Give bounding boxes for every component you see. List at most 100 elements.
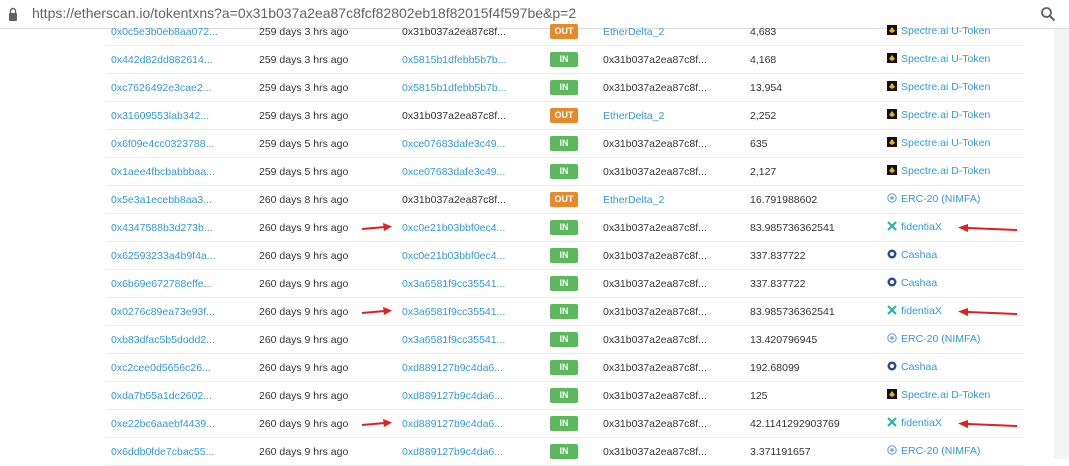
erc20-icon <box>887 193 897 203</box>
tx-value: 83.985736362541 <box>750 222 835 234</box>
tx-age: 260 days 9 hrs ago <box>259 250 349 262</box>
tx-hash-link[interactable]: 0xe22bc6aaebf4439... <box>111 418 215 430</box>
tx-from[interactable]: 0xd889127b9c4da6... <box>402 390 503 402</box>
tx-from[interactable]: 0x5815b1dfebb5b7b... <box>402 82 507 94</box>
token-link[interactable]: Cashaa <box>887 277 937 289</box>
token-link[interactable]: Spectre.ai U-Token <box>887 25 990 37</box>
token-name: Cashaa <box>901 361 938 373</box>
direction-badge: IN <box>550 220 578 235</box>
tx-hash-link[interactable]: 0x1aee4fbcbabbbaa... <box>111 166 215 178</box>
tx-to: 0x31b037a2ea87c8f... <box>603 222 707 234</box>
tx-hash-link[interactable]: 0x0276c89ea73e93f... <box>111 306 215 318</box>
token-link[interactable]: Spectre.ai D-Token <box>887 165 990 177</box>
tx-hash-link[interactable]: 0xb83dfac5b5dodd2... <box>111 334 215 346</box>
token-link[interactable]: Spectre.ai D-Token <box>887 81 990 93</box>
tx-age: 260 days 9 hrs ago <box>259 334 349 346</box>
direction-badge: IN <box>550 80 578 95</box>
token-link[interactable]: Spectre.ai U-Token <box>887 137 990 149</box>
tx-from[interactable]: 0xd889127b9c4da6... <box>402 418 503 430</box>
tx-to[interactable]: EtherDelta_2 <box>603 194 664 206</box>
tx-from[interactable]: 0x3a6581f9cc35541... <box>402 306 505 318</box>
tx-to: 0x31b037a2ea87c8f... <box>603 166 707 178</box>
direction-badge: IN <box>550 276 578 291</box>
direction-badge: IN <box>550 388 578 403</box>
direction-badge: OUT <box>550 108 578 123</box>
tx-hash-link[interactable]: 0x6b69e672788effe... <box>111 278 212 290</box>
token-name: Spectre.ai D-Token <box>901 81 991 93</box>
tx-to: 0x31b037a2ea87c8f... <box>603 54 707 66</box>
direction-badge: IN <box>550 360 578 375</box>
token-link[interactable]: fidentiaX <box>887 417 942 429</box>
zoom-icon[interactable] <box>1040 6 1056 22</box>
tx-hash-link[interactable]: 0x6f09e4cc0323788... <box>111 138 214 150</box>
token-link[interactable]: Spectre.ai D-Token <box>887 389 990 401</box>
tx-value: 2,252 <box>750 110 777 122</box>
table-row: 0x31609553lab342... 259 days 3 hrs ago 0x3… <box>106 102 1024 130</box>
tx-to: 0x31b037a2ea87c8f... <box>603 362 707 374</box>
tx-age: 260 days 9 hrs ago <box>259 362 349 374</box>
table-row: 0x6ddb0fde7cbac55... 260 days 9 hrs ago 0x… <box>106 438 1024 466</box>
tx-age: 260 days 9 hrs ago <box>259 278 349 290</box>
token-link[interactable]: fidentiaX <box>887 305 942 317</box>
token-link[interactable]: fidentiaX <box>887 221 942 233</box>
table-row: 0x0c5e3b0eb8aa072... 259 days 3 hrs ago 0x… <box>106 18 1024 46</box>
tx-from[interactable]: 0xce07683dafe3c49... <box>402 138 505 150</box>
table-row: 0x5e3a1ecebb8aa3... 260 days 8 hrs ago 0x3… <box>106 186 1024 214</box>
tx-age: 260 days 9 hrs ago <box>259 222 349 234</box>
cashaa-icon <box>887 277 897 287</box>
erc20-icon <box>887 445 897 455</box>
tx-from[interactable]: 0xce07683dafe3c49... <box>402 166 505 178</box>
tx-age: 259 days 3 hrs ago <box>259 110 349 122</box>
tx-to: 0x31b037a2ea87c8f... <box>603 446 707 458</box>
tx-hash-link[interactable]: 0x4347588b3d273b... <box>111 222 213 234</box>
tx-value: 337.837722 <box>750 278 806 290</box>
tx-hash-link[interactable]: 0xc7626492e3cae2... <box>111 82 211 94</box>
table-row: 0x1aee4fbcbabbbaa... 259 days 5 hrs ago 0x… <box>106 158 1024 186</box>
tx-value: 125 <box>750 390 768 402</box>
tx-hash-link[interactable]: 0x5e3a1ecebb8aa3... <box>111 194 212 206</box>
token-link[interactable]: Cashaa <box>887 361 937 373</box>
tx-hash-link[interactable]: 0x6ddb0fde7cbac55... <box>111 446 214 458</box>
direction-badge: IN <box>550 304 578 319</box>
tx-from[interactable]: 0x3a6581f9cc35541... <box>402 334 505 346</box>
tx-value: 4,683 <box>750 26 777 38</box>
tx-to: 0x31b037a2ea87c8f... <box>603 278 707 290</box>
tx-hash-link[interactable]: 0xda7b55a1dc2602... <box>111 390 212 402</box>
tx-hash-link[interactable]: 0x62593233a4b9f4a... <box>111 250 216 262</box>
token-name: Spectre.ai D-Token <box>901 109 991 121</box>
tx-from[interactable]: 0xc0e21b03bbf0ec4... <box>402 250 505 262</box>
fidentiax-icon <box>887 417 897 427</box>
tx-to[interactable]: EtherDelta_2 <box>603 26 664 38</box>
table-row: 0x62593233a4b9f4a... 260 days 9 hrs ago 0x… <box>106 242 1024 270</box>
token-name: fidentiaX <box>901 221 942 233</box>
tx-from[interactable]: 0xd889127b9c4da6... <box>402 446 503 458</box>
tx-from[interactable]: 0x5815b1dfebb5b7b... <box>402 54 507 66</box>
tx-age: 259 days 5 hrs ago <box>259 166 349 178</box>
table-row: 0x6f09e4cc0323788... 259 days 5 hrs ago 0x… <box>106 130 1024 158</box>
token-link[interactable]: Spectre.ai U-Token <box>887 53 990 65</box>
tx-hash-link[interactable]: 0xc2cee0d5656c26... <box>111 362 211 374</box>
tx-from[interactable]: 0xd889127b9c4da6... <box>402 362 503 374</box>
tx-hash-link[interactable]: 0x442d82dd882614... <box>111 54 213 66</box>
tx-hash-link[interactable]: 0x0c5e3b0eb8aa072... <box>111 26 218 38</box>
token-name: fidentiaX <box>901 305 942 317</box>
tx-to: 0x31b037a2ea87c8f... <box>603 418 707 430</box>
tx-to[interactable]: EtherDelta_2 <box>603 110 664 122</box>
token-link[interactable]: ERC-20 (NIMFA) <box>887 445 980 457</box>
tx-from[interactable]: 0x3a6581f9cc35541... <box>402 278 505 290</box>
tx-from[interactable]: 0xc0e21b03bbf0ec4... <box>402 222 505 234</box>
token-link[interactable]: ERC-20 (NIMFA) <box>887 333 980 345</box>
tx-age: 260 days 9 hrs ago <box>259 306 349 318</box>
table-row: 0x0276c89ea73e93f... 260 days 9 hrs ago 0x… <box>106 298 1024 326</box>
tx-to: 0x31b037a2ea87c8f... <box>603 250 707 262</box>
token-link[interactable]: Spectre.ai D-Token <box>887 109 990 121</box>
token-link[interactable]: ERC-20 (NIMFA) <box>887 193 980 205</box>
token-link[interactable]: Cashaa <box>887 249 937 261</box>
token-name: Spectre.ai U-Token <box>901 53 991 65</box>
tx-to: 0x31b037a2ea87c8f... <box>603 82 707 94</box>
spectre-icon <box>887 81 897 91</box>
tx-age: 260 days 9 hrs ago <box>259 418 349 430</box>
fidentiax-icon <box>887 305 897 315</box>
tx-hash-link[interactable]: 0x31609553lab342... <box>111 110 209 122</box>
spectre-icon <box>887 137 897 147</box>
